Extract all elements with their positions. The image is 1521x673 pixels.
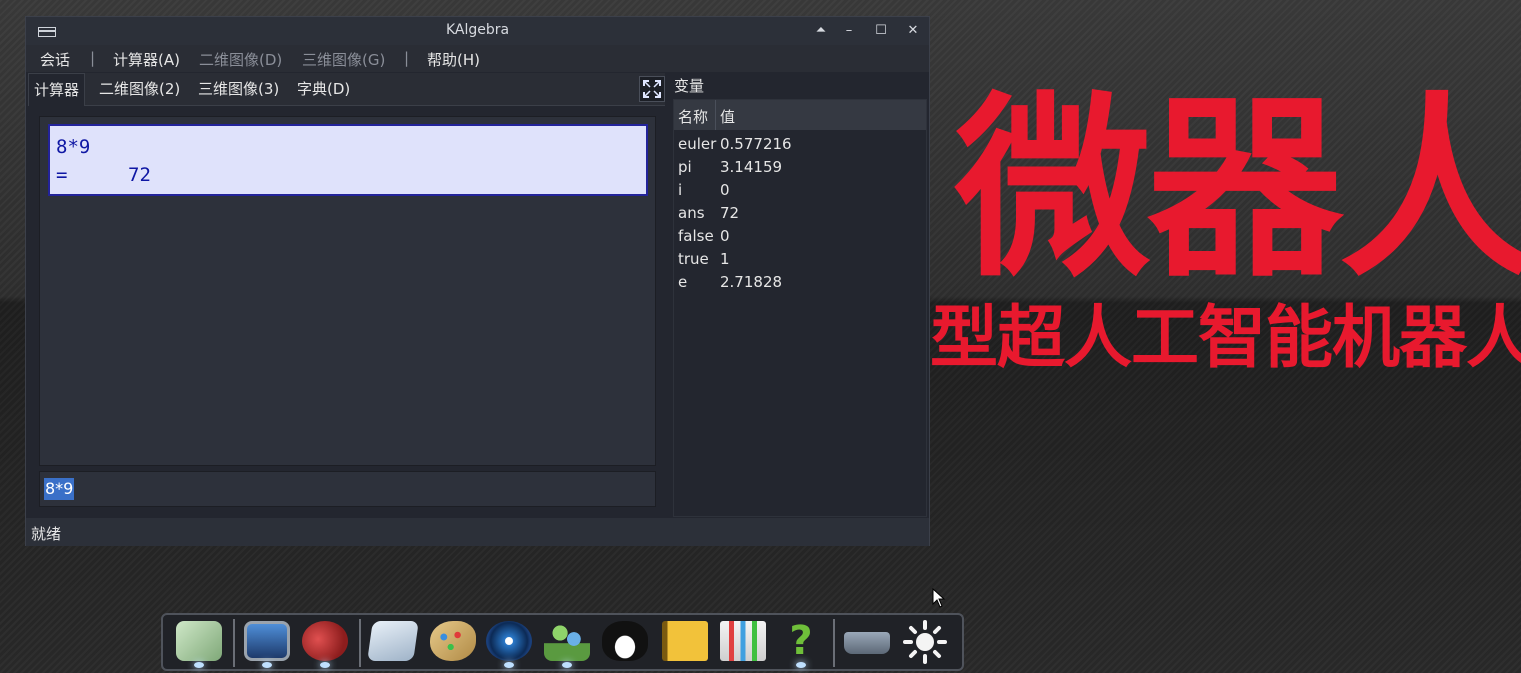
status-text: 就绪 xyxy=(31,525,62,543)
browser-icon[interactable] xyxy=(171,618,227,670)
fullscreen-button[interactable] xyxy=(639,76,665,102)
keep-above-icon[interactable]: ⏶ xyxy=(810,21,832,41)
paint-palette-icon[interactable] xyxy=(425,618,481,670)
menu-separator: | xyxy=(90,49,96,67)
variable-name: pi xyxy=(678,158,692,176)
chart-icon[interactable] xyxy=(715,618,771,670)
menu-calculator[interactable]: 计算器(A) xyxy=(113,49,180,70)
result-expression: 8*9 xyxy=(56,136,91,158)
mouse-cursor-icon xyxy=(932,588,946,608)
result-entry[interactable]: 8*9 = 72 xyxy=(48,124,648,196)
variable-name: false xyxy=(678,227,714,245)
variable-name: i xyxy=(678,181,683,199)
table-row[interactable]: i 0 xyxy=(674,179,926,202)
tab-graph-2d[interactable]: 二维图像(2) xyxy=(94,73,185,105)
media-player-icon[interactable] xyxy=(481,618,537,670)
fullscreen-icon xyxy=(643,80,661,98)
window-title: KAlgebra xyxy=(445,22,510,38)
variable-value: 3.14159 xyxy=(720,158,783,176)
result-value: 72 xyxy=(128,164,151,186)
menu-help[interactable]: 帮助(H) xyxy=(427,49,480,70)
penguin-icon[interactable] xyxy=(597,618,653,670)
variables-title: 变量 xyxy=(674,77,705,95)
console-output: 8*9 = 72 xyxy=(39,116,656,466)
variable-value: 72 xyxy=(720,204,740,222)
variable-value: 0 xyxy=(720,181,730,199)
table-row[interactable]: true 1 xyxy=(674,248,926,271)
table-row[interactable]: false 0 xyxy=(674,225,926,248)
status-bar: 就绪 xyxy=(26,518,929,546)
table-row[interactable]: pi 3.14159 xyxy=(674,156,926,179)
title-bar[interactable]: KAlgebra ⏶ – ☐ ✕ xyxy=(26,17,929,46)
close-icon[interactable]: ✕ xyxy=(902,21,924,41)
table-row[interactable]: euler 0.577216 xyxy=(674,133,926,156)
desktop-brand-title: 微器人 xyxy=(955,76,1521,304)
expression-input-selection: 8*9 xyxy=(44,478,75,500)
table-row[interactable]: ans 72 xyxy=(674,202,926,225)
menu-graph-2d[interactable]: 二维图像(D) xyxy=(199,49,282,70)
variable-name: ans xyxy=(678,204,705,222)
variables-panel: 名称 值 euler 0.577216 pi 3.14159 i 0 ans 7… xyxy=(673,99,927,517)
variable-value: 2.71828 xyxy=(720,273,783,291)
variable-value: 0 xyxy=(720,227,730,245)
hedgehog-icon[interactable] xyxy=(297,618,353,670)
notebook-icon[interactable] xyxy=(657,618,713,670)
result-equals: = xyxy=(56,164,68,186)
users-icon[interactable] xyxy=(539,618,595,670)
desktop-brand-subtitle: 型超人工智能机器人 xyxy=(930,299,1521,378)
column-divider[interactable] xyxy=(715,100,716,130)
menu-separator: | xyxy=(404,49,410,67)
tab-dictionary[interactable]: 字典(D) xyxy=(292,73,355,105)
menu-graph-3d[interactable]: 三维图像(G) xyxy=(302,49,385,70)
menu-session[interactable]: 会话 xyxy=(40,49,70,70)
scanner-icon[interactable] xyxy=(839,618,895,670)
variables-header: 名称 值 xyxy=(674,100,926,130)
computer-icon[interactable] xyxy=(239,618,295,670)
variable-value: 1 xyxy=(720,250,730,268)
maximize-icon[interactable]: ☐ xyxy=(870,21,892,41)
tab-bar: 计算器 二维图像(2) 三维图像(3) 字典(D) xyxy=(28,73,665,106)
tab-calculator[interactable]: 计算器 xyxy=(28,73,86,106)
kalgebra-window: KAlgebra ⏶ – ☐ ✕ 会话 | 计算器(A) 二维图像(D) 三维图… xyxy=(25,16,930,546)
help-icon[interactable]: ? xyxy=(773,618,829,670)
variable-name: true xyxy=(678,250,709,268)
minimize-icon[interactable]: – xyxy=(838,21,860,41)
menu-bar: 会话 | 计算器(A) 二维图像(D) 三维图像(G) | 帮助(H) xyxy=(26,45,929,72)
expression-input-container: 8*9 xyxy=(39,471,656,507)
table-row[interactable]: e 2.71828 xyxy=(674,271,926,294)
settings-sun-icon[interactable] xyxy=(897,618,953,670)
column-header-name[interactable]: 名称 xyxy=(678,106,708,127)
sun-icon xyxy=(903,620,947,664)
dock: ? xyxy=(161,613,964,671)
variable-value: 0.577216 xyxy=(720,135,792,153)
column-header-value[interactable]: 值 xyxy=(720,106,735,127)
variable-name: euler xyxy=(678,135,717,153)
tab-graph-3d[interactable]: 三维图像(3) xyxy=(193,73,284,105)
notepad-icon[interactable] xyxy=(365,618,421,670)
variable-name: e xyxy=(678,273,688,291)
